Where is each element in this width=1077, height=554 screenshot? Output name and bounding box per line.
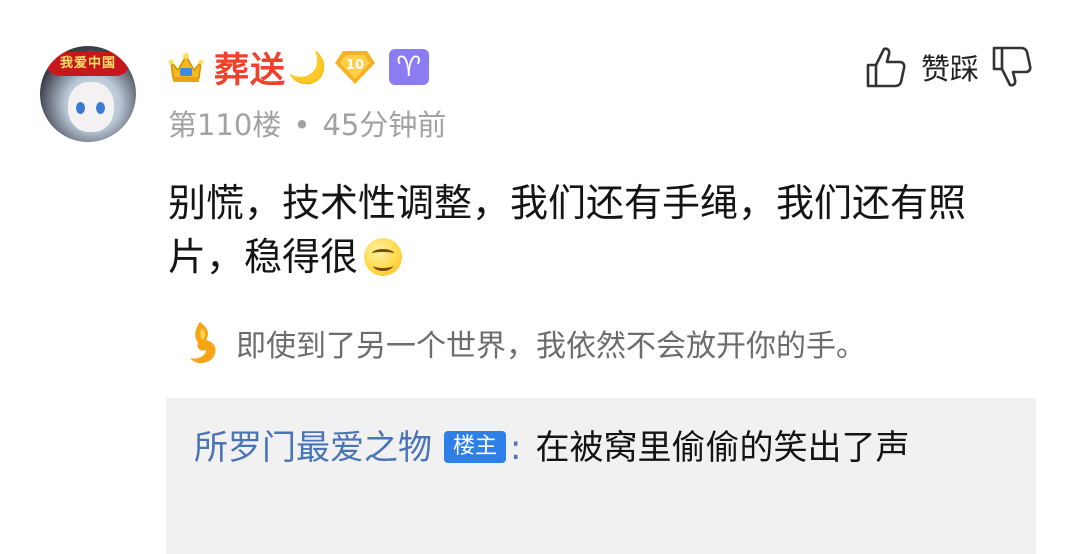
meta-separator: • — [293, 108, 311, 142]
user-header: 葬送 🌙 10 ♈ — [168, 45, 429, 91]
level-number: 10 — [346, 58, 364, 73]
moon-emoji: 🌙 — [288, 49, 327, 86]
reply-colon: : — [510, 428, 522, 468]
thumb-up-icon[interactable] — [865, 45, 907, 89]
reply-author[interactable]: 所罗门最爱之物 — [194, 428, 432, 468]
user-avatar[interactable]: 我爱中国 — [40, 46, 136, 142]
avatar-banner-text: 我爱中国 — [46, 52, 130, 76]
smile-emoji-icon — [364, 238, 403, 276]
post-meta: 第110楼 • 45分钟前 — [168, 102, 446, 144]
level-badge-icon: 10 — [334, 51, 375, 84]
reply-text: 在被窝里偷偷的笑出了声 — [535, 428, 910, 468]
reply-box[interactable]: 所罗门最爱之物 楼主: 在被窝里偷偷的笑出了声 — [166, 398, 1036, 554]
vip-crown-icon — [168, 53, 204, 82]
floor-number: 第110楼 — [168, 108, 282, 142]
user-signature: 即使到了另一个世界，我依然不会放开你的手。 — [186, 320, 866, 366]
username[interactable]: 葬送 — [214, 42, 286, 93]
avatar-eye — [76, 102, 85, 114]
zodiac-aries-icon: ♈ — [388, 49, 429, 85]
avatar-eye — [96, 102, 105, 114]
signature-flame-icon — [190, 322, 216, 364]
op-tag-badge: 楼主 — [444, 431, 507, 463]
post-time: 45分钟前 — [322, 108, 447, 142]
thumb-down-icon[interactable] — [991, 45, 1033, 89]
signature-text: 即使到了另一个世界，我依然不会放开你的手。 — [236, 329, 866, 364]
post-content: 别慌，技术性调整，我们还有手绳，我们还有照片，稳得很 — [168, 176, 1028, 284]
post-text: 别慌，技术性调整，我们还有手绳，我们还有照片，稳得很 — [168, 181, 967, 279]
vote-label: 赞踩 — [920, 52, 979, 86]
reply-item[interactable]: 所罗门最爱之物 楼主: 在被窝里偷偷的笑出了声 — [194, 422, 1012, 474]
vote-controls: 赞踩 — [865, 44, 1033, 90]
avatar-face — [68, 82, 114, 132]
